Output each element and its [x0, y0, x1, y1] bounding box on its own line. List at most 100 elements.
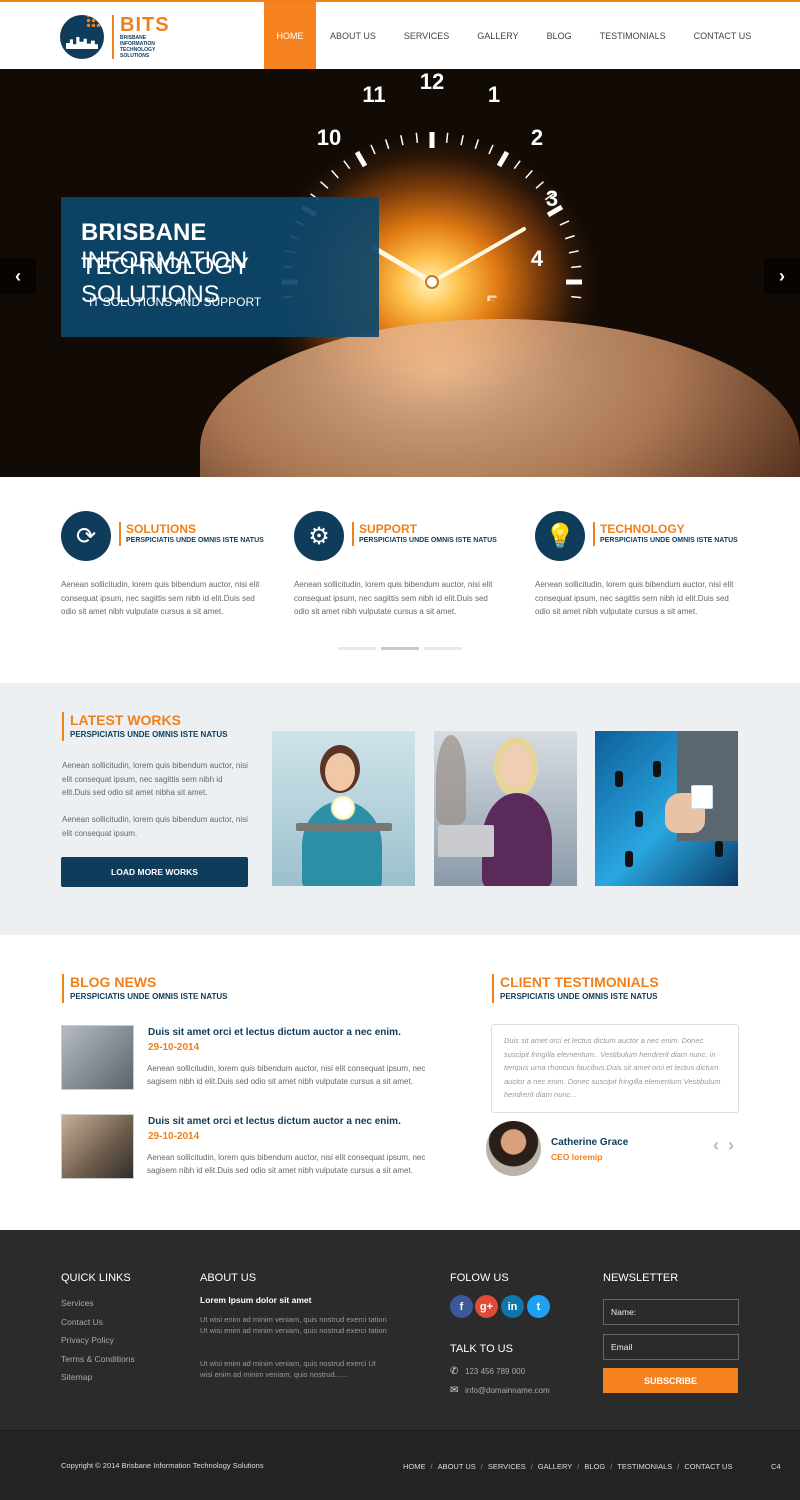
footer-link-services[interactable]: Services	[61, 1298, 94, 1308]
blog-title: BLOG NEWS	[70, 974, 157, 990]
clock-tick	[568, 250, 579, 254]
testimonials-title: CLIENT TESTIMONIALS	[500, 974, 659, 990]
footer-phone: ✆ 123 456 789 000	[450, 1366, 525, 1377]
user-icon	[635, 811, 643, 827]
newsletter-email-input[interactable]: Email	[603, 1334, 739, 1360]
works-paragraph-2: Aenean sollicitudin, lorem quis bibendum…	[62, 815, 248, 838]
bottom-nav-services[interactable]: SERVICES	[488, 1462, 526, 1471]
nav-gallery[interactable]: GALLERY	[463, 2, 532, 69]
blog-post-thumbnail[interactable]	[61, 1114, 134, 1179]
clock-tick	[488, 144, 494, 155]
carousel-dot[interactable]	[338, 647, 376, 650]
service-title[interactable]: TECHNOLOGY	[600, 522, 738, 536]
nav-about-us[interactable]: ABOUT US	[316, 2, 390, 69]
clock-tick	[354, 150, 368, 168]
email-address[interactable]: info@domainname.com	[465, 1386, 550, 1395]
separator: /	[677, 1462, 680, 1471]
nav-testimonials[interactable]: TESTIMONIALS	[586, 2, 680, 69]
clock-tick	[460, 135, 464, 146]
bottom-nav-about-us[interactable]: ABOUT US	[438, 1462, 476, 1471]
background-person	[436, 735, 466, 825]
separator: /	[530, 1462, 533, 1471]
blog-heading: BLOG NEWS PERSPICIATIS UNDE OMNIS ISTE N…	[62, 974, 228, 1003]
blog-post-title[interactable]: Duis sit amet orci et lectus dictum auct…	[148, 1027, 401, 1038]
footer-link-sitemap[interactable]: Sitemap	[61, 1372, 92, 1382]
person-face	[500, 745, 532, 787]
newsletter-name-input[interactable]: Name:	[603, 1299, 739, 1325]
works-heading: LATEST WORKS PERSPICIATIS UNDE OMNIS IST…	[62, 712, 228, 741]
nav-blog[interactable]: BLOG	[533, 2, 586, 69]
footer-link-privacy-policy[interactable]: Privacy Policy	[61, 1335, 114, 1345]
footer-about-paragraph-1: Ut wisi enim ad minim veniam, quis nostr…	[200, 1315, 387, 1335]
bottom-nav-testimonials[interactable]: TESTIMONIALS	[617, 1462, 672, 1471]
work-thumbnail-network[interactable]	[595, 731, 738, 886]
clock-number-4: 4	[531, 246, 544, 271]
header: BITS BRISBANE INFORMATION TECHNOLOGY SOL…	[0, 2, 800, 69]
page: BITS BRISBANE INFORMATION TECHNOLOGY SOL…	[0, 0, 800, 1500]
testimonial-author-name: Catherine Grace	[551, 1137, 629, 1148]
slider-next-arrow-icon[interactable]: ›	[764, 258, 800, 294]
blog-post-thumbnail[interactable]	[61, 1025, 134, 1090]
copyright: Copyright © 2014 Brisbane Information Te…	[61, 1461, 264, 1470]
separator: /	[577, 1462, 580, 1471]
service-title[interactable]: SUPPORT	[359, 522, 497, 536]
hero-caption-box: BRISBANE INFORMATION TECHNOLOGY SOLUTION…	[61, 197, 379, 337]
testimonials-heading: CLIENT TESTIMONIALS PERSPICIATIS UNDE OM…	[492, 974, 659, 1003]
carousel-dot[interactable]	[424, 647, 462, 650]
bottom-nav-contact-us[interactable]: CONTACT US	[684, 1462, 732, 1471]
phone-number: 123 456 789 000	[465, 1367, 526, 1376]
user-icon	[615, 771, 623, 787]
chevron-left-icon[interactable]: ‹	[713, 1135, 719, 1156]
clock-tick	[525, 170, 533, 179]
pixel-dots-icon	[86, 15, 104, 27]
google-plus-icon[interactable]: g+	[475, 1295, 498, 1318]
gear-icon[interactable]: ⚙	[294, 511, 344, 561]
slider-prev-arrow-icon[interactable]: ‹	[0, 258, 36, 294]
nav-contact-us[interactable]: CONTACT US	[680, 2, 766, 69]
bottom-nav-blog[interactable]: BLOG	[584, 1462, 605, 1471]
bottom-nav-home[interactable]: HOME	[403, 1462, 426, 1471]
chevron-right-icon[interactable]: ›	[728, 1135, 734, 1156]
clock-tick	[384, 139, 390, 150]
blog-post-title[interactable]: Duis sit amet orci et lectus dictum auct…	[148, 1116, 401, 1127]
twitter-icon[interactable]: t	[527, 1295, 550, 1318]
work-thumbnail-office-woman[interactable]	[434, 731, 577, 886]
service-title[interactable]: SOLUTIONS	[126, 522, 264, 536]
hero-tagline: IT SOLUTIONS AND SUPPORT	[89, 295, 262, 309]
service-subtitle: PERSPICIATIS UNDE OMNIS ISTE NATUS	[600, 537, 738, 544]
tablet-icon	[296, 823, 392, 831]
nav-home[interactable]: HOME	[264, 2, 316, 69]
clock-tick	[445, 132, 449, 143]
subscribe-button[interactable]: SUBSCRIBE	[603, 1368, 738, 1393]
linkedin-icon[interactable]: in	[501, 1295, 524, 1318]
logo[interactable]: BITS BRISBANE INFORMATION TECHNOLOGY SOL…	[60, 14, 190, 60]
separator: /	[480, 1462, 483, 1471]
works-subtitle: PERSPICIATIS UNDE OMNIS ISTE NATUS	[70, 730, 228, 739]
service-subtitle: PERSPICIATIS UNDE OMNIS ISTE NATUS	[359, 537, 497, 544]
bottom-nav-gallery[interactable]: GALLERY	[538, 1462, 572, 1471]
lightbulb-icon[interactable]: 💡	[535, 511, 585, 561]
refresh-globe-icon[interactable]: ⟳	[61, 511, 111, 561]
blog-subtitle: PERSPICIATIS UNDE OMNIS ISTE NATUS	[70, 992, 228, 1001]
quick-links-title: QUICK LINKS	[61, 1272, 131, 1284]
separator: /	[430, 1462, 433, 1471]
talk-to-us-title: TALK TO US	[450, 1343, 513, 1355]
footer-link-contact-us[interactable]: Contact Us	[61, 1317, 103, 1327]
facebook-icon[interactable]: f	[450, 1295, 473, 1318]
blog-testimonials-section: BLOG NEWS PERSPICIATIS UNDE OMNIS ISTE N…	[0, 935, 800, 1230]
work-thumbnail-woman-lightbulb[interactable]	[272, 731, 415, 886]
footer-link-terms[interactable]: Terms & Conditions	[61, 1354, 135, 1364]
footer: QUICK LINKS Services Contact Us Privacy …	[0, 1230, 800, 1430]
clock-tick	[571, 265, 582, 269]
nav-services[interactable]: SERVICES	[390, 2, 463, 69]
load-more-works-button[interactable]: LOAD MORE WORKS	[61, 857, 248, 887]
user-icon-box	[691, 785, 713, 809]
clock-number-10: 10	[317, 125, 341, 150]
clock-tick	[535, 181, 544, 189]
service-heading: TECHNOLOGY PERSPICIATIS UNDE OMNIS ISTE …	[593, 522, 738, 546]
clock-tick	[370, 144, 376, 155]
service-text: Aenean sollicitudin, lorem quis bibendum…	[294, 580, 493, 616]
carousel-dot-active[interactable]	[381, 647, 419, 650]
clock-tick	[571, 295, 582, 299]
clock-tick	[513, 160, 521, 170]
